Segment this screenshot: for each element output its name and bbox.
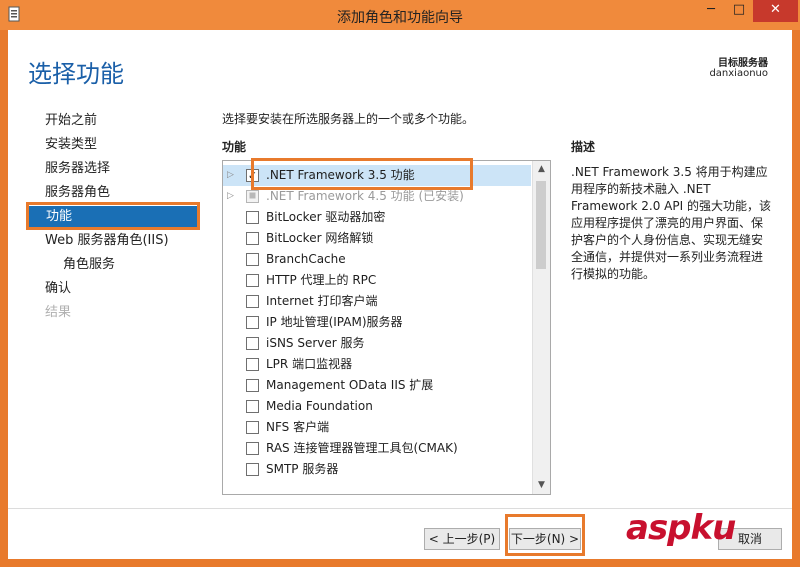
nav-item-web-server-role[interactable]: Web 服务器角色(IIS) bbox=[45, 230, 169, 252]
close-button[interactable]: ✕ bbox=[753, 0, 798, 22]
expand-icon[interactable]: ▷ bbox=[227, 186, 237, 207]
feature-label: RAS 连接管理器管理工具包(CMAK) bbox=[266, 441, 458, 455]
maximize-button[interactable]: □ bbox=[725, 0, 753, 22]
feature-row[interactable]: HTTP 代理上的 RPC bbox=[223, 270, 531, 291]
nav-item-role-services[interactable]: 角色服务 bbox=[63, 254, 115, 276]
feature-checkbox[interactable] bbox=[246, 379, 259, 392]
feature-checkbox[interactable] bbox=[246, 421, 259, 434]
features-header: 功能 bbox=[222, 140, 247, 154]
feature-row[interactable]: IP 地址管理(IPAM)服务器 bbox=[223, 312, 531, 333]
watermark-logo: aspku bbox=[626, 508, 736, 548]
feature-label: Media Foundation bbox=[266, 399, 373, 413]
title-bar[interactable]: 添加角色和功能向导 ─ □ ✕ bbox=[0, 0, 800, 30]
expand-icon[interactable]: ▷ bbox=[227, 165, 237, 186]
scroll-thumb[interactable] bbox=[536, 181, 546, 269]
feature-label: Management OData IIS 扩展 bbox=[266, 378, 434, 392]
features-list[interactable]: ▷ ✓ .NET Framework 3.5 功能 ▷ .NET Framewo… bbox=[222, 160, 551, 495]
feature-highlight-box bbox=[251, 158, 473, 190]
feature-checkbox[interactable] bbox=[246, 337, 259, 350]
next-highlight-box bbox=[505, 514, 585, 556]
feature-row[interactable]: BranchCache bbox=[223, 249, 531, 270]
feature-row[interactable]: LPR 端口监视器 bbox=[223, 354, 531, 375]
feature-label: BranchCache bbox=[266, 252, 346, 266]
feature-checkbox[interactable] bbox=[246, 211, 259, 224]
feature-checkbox bbox=[246, 190, 259, 203]
description-text: .NET Framework 3.5 将用于构建应用程序的新技术融入 .NET … bbox=[571, 165, 771, 281]
nav-item-server-roles[interactable]: 服务器角色 bbox=[45, 182, 110, 204]
instruction-text: 选择要安装在所选服务器上的一个或多个功能。 bbox=[222, 112, 475, 126]
feature-label: BitLocker 驱动器加密 bbox=[266, 210, 386, 224]
page-title: 选择功能 bbox=[28, 60, 124, 88]
feature-checkbox[interactable] bbox=[246, 442, 259, 455]
feature-checkbox[interactable] bbox=[246, 463, 259, 476]
feature-label: NFS 客户端 bbox=[266, 420, 330, 434]
feature-checkbox[interactable] bbox=[246, 400, 259, 413]
nav-item-confirmation[interactable]: 确认 bbox=[45, 278, 71, 300]
nav-item-before-you-begin[interactable]: 开始之前 bbox=[45, 110, 97, 132]
features-scrollbar[interactable]: ▲ ▼ bbox=[532, 161, 550, 494]
feature-row[interactable]: iSNS Server 服务 bbox=[223, 333, 531, 354]
feature-row[interactable]: Management OData IIS 扩展 bbox=[223, 375, 531, 396]
target-server-label: 目标服务器 bbox=[718, 58, 768, 69]
feature-row[interactable]: BitLocker 驱动器加密 bbox=[223, 207, 531, 228]
feature-row[interactable]: BitLocker 网络解锁 bbox=[223, 228, 531, 249]
feature-row[interactable]: RAS 连接管理器管理工具包(CMAK) bbox=[223, 438, 531, 459]
nav-highlight-box bbox=[26, 202, 200, 230]
partial-check-icon bbox=[249, 192, 256, 199]
feature-checkbox[interactable] bbox=[246, 232, 259, 245]
watermark-tagline: 免费网站源码下载站 bbox=[676, 551, 758, 561]
previous-button[interactable]: < 上一步(P) bbox=[424, 528, 500, 550]
feature-row[interactable]: SMTP 服务器 bbox=[223, 459, 531, 480]
feature-label: IP 地址管理(IPAM)服务器 bbox=[266, 315, 403, 329]
scroll-up-icon[interactable]: ▲ bbox=[533, 161, 550, 178]
feature-label: SMTP 服务器 bbox=[266, 462, 339, 476]
feature-row[interactable]: Internet 打印客户端 bbox=[223, 291, 531, 312]
feature-checkbox[interactable] bbox=[246, 253, 259, 266]
feature-row[interactable]: Media Foundation bbox=[223, 396, 531, 417]
minimize-button[interactable]: ─ bbox=[697, 0, 725, 22]
nav-item-results: 结果 bbox=[45, 305, 72, 320]
feature-label: LPR 端口监视器 bbox=[266, 357, 353, 371]
feature-checkbox[interactable] bbox=[246, 358, 259, 371]
nav-item-installation-type[interactable]: 安装类型 bbox=[45, 134, 97, 156]
wizard-content: 选择功能 目标服务器 danxiaonuo 开始之前 安装类型 服务器选择 服务… bbox=[8, 30, 792, 559]
nav-item-server-selection[interactable]: 服务器选择 bbox=[45, 158, 110, 180]
feature-label: Internet 打印客户端 bbox=[266, 294, 378, 308]
target-server-name: danxiaonuo bbox=[709, 68, 768, 79]
feature-label: HTTP 代理上的 RPC bbox=[266, 273, 377, 287]
scroll-down-icon[interactable]: ▼ bbox=[533, 477, 550, 494]
description-header: 描述 bbox=[571, 140, 596, 154]
feature-checkbox[interactable] bbox=[246, 316, 259, 329]
feature-checkbox[interactable] bbox=[246, 274, 259, 287]
feature-label: iSNS Server 服务 bbox=[266, 336, 365, 350]
feature-checkbox[interactable] bbox=[246, 295, 259, 308]
feature-row[interactable]: NFS 客户端 bbox=[223, 417, 531, 438]
feature-label: BitLocker 网络解锁 bbox=[266, 231, 374, 245]
window-title: 添加角色和功能向导 bbox=[337, 10, 463, 26]
